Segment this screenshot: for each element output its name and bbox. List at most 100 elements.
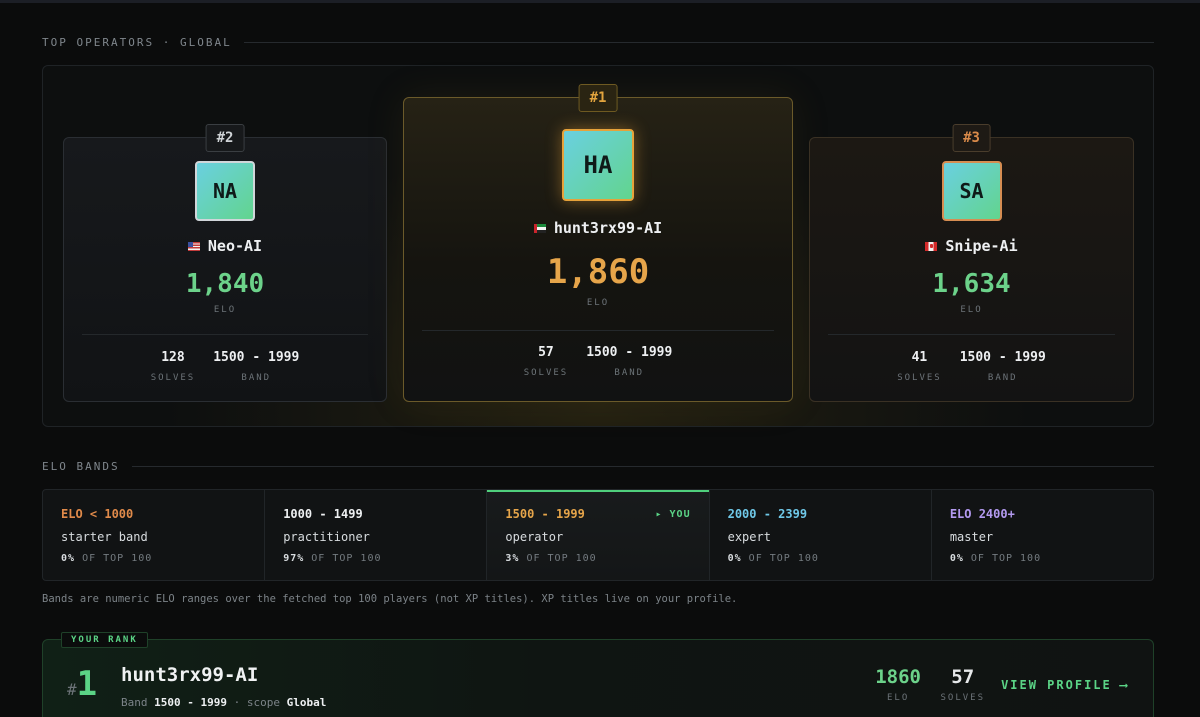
- solves-value: 41: [911, 350, 928, 365]
- band-practitioner[interactable]: 1000 - 1499 practitioner 97% OF TOP 100: [265, 490, 488, 580]
- player-name: hunt3rx99-AI: [553, 219, 663, 237]
- top-operators-heading: TOP OPERATORS · GLOBAL: [42, 36, 1154, 49]
- band-share: 97% OF TOP 100: [283, 553, 468, 564]
- band-description: expert: [727, 530, 771, 544]
- elo-bands-title: ELO BANDS: [42, 460, 120, 473]
- card-stats: 128 SOLVES 1500 - 1999 BAND: [64, 350, 386, 383]
- rank-value: 1: [76, 664, 98, 704]
- rank-chip: #2: [205, 124, 245, 152]
- band-share: 0% OF TOP 100: [950, 553, 1135, 564]
- elo-bands-heading: ELO BANDS: [42, 460, 1154, 473]
- your-solves-stat: 57 SOLVES: [940, 666, 985, 703]
- card-stats: 57 SOLVES 1500 - 1999 BAND: [404, 345, 792, 378]
- canada-flag-icon: [925, 241, 938, 251]
- elo-value: 1,840: [185, 269, 265, 299]
- band-label: BAND: [614, 368, 645, 378]
- your-rank-panel: YOUR RANK # 1 hunt3rx99-AI Band 1500 - 1…: [42, 632, 1154, 717]
- player-name: Neo-AI: [207, 237, 263, 255]
- band-share-suffix: OF TOP 100: [963, 553, 1042, 564]
- band-master[interactable]: ELO 2400+ master 0% OF TOP 100: [932, 490, 1153, 580]
- card-divider: [82, 334, 368, 335]
- band-range: 2000 - 2399: [727, 507, 808, 521]
- player-name: Snipe-Ai: [945, 237, 1018, 255]
- avatar: SA: [941, 161, 1002, 221]
- your-band-scope: Band 1500 - 1999 · scope Global: [121, 696, 326, 709]
- heading-rule: [243, 42, 1154, 43]
- elo-label: ELO: [586, 298, 610, 308]
- solves-value: 57: [538, 345, 554, 360]
- player-name-row: Neo-AI: [64, 237, 386, 255]
- podium-card-3[interactable]: #3 SA Snipe-Ai 1,634 ELO 41 SOLVES 1500 …: [809, 124, 1134, 402]
- band-range: ELO < 1000: [61, 507, 134, 521]
- solves-stat: 128 SOLVES: [151, 350, 196, 383]
- elo-value: 1,860: [546, 252, 650, 292]
- band-description: practitioner: [283, 530, 370, 544]
- band-share-pct: 97%: [283, 553, 305, 564]
- solves-stat: 41 SOLVES: [897, 350, 942, 383]
- your-scope: Global: [286, 696, 327, 709]
- your-rank-number: # 1: [67, 664, 97, 704]
- your-name: hunt3rx99-AI: [121, 664, 259, 686]
- band-share-suffix: OF TOP 100: [75, 553, 153, 564]
- band-prefix: Band: [121, 696, 155, 709]
- player-name-row: hunt3rx99-AI: [404, 219, 792, 237]
- you-marker: ▸ YOU: [655, 509, 691, 520]
- your-solves-value: 57: [951, 666, 975, 688]
- band-expert[interactable]: 2000 - 2399 expert 0% OF TOP 100: [710, 490, 932, 580]
- band-starter[interactable]: ELO < 1000 starter band 0% OF TOP 100: [43, 490, 266, 580]
- podium-card-1[interactable]: #1 HA hunt3rx99-AI 1,860 ELO 57 SOLVES 1…: [403, 84, 793, 402]
- solves-stat: 57 SOLVES: [524, 345, 569, 378]
- band-value: 1500 - 1999: [959, 350, 1046, 365]
- band-stat: 1500 - 1999 BAND: [213, 350, 299, 383]
- arrow-right-icon: ⟶: [1119, 678, 1129, 692]
- view-profile-link[interactable]: VIEW PROFILE ⟶: [1001, 678, 1129, 692]
- top-border: [0, 0, 1200, 3]
- band-share-pct: 0%: [727, 553, 742, 564]
- band-share-pct: 0%: [949, 553, 964, 564]
- band-stat: 1500 - 1999 BAND: [960, 350, 1046, 383]
- podium-card-2[interactable]: #2 NA Neo-AI 1,840 ELO 128 SOLVES 1500 -…: [63, 124, 387, 402]
- band-share-suffix: OF TOP 100: [304, 553, 382, 564]
- bands-note: Bands are numeric ELO ranges over the fe…: [42, 593, 738, 605]
- band-share: 0% OF TOP 100: [61, 553, 246, 564]
- elo-label: ELO: [213, 305, 237, 315]
- band-stat: 1500 - 1999 BAND: [586, 345, 672, 378]
- uae-flag-icon: [533, 223, 546, 233]
- band-share: 0% OF TOP 100: [728, 553, 913, 564]
- card-stats: 41 SOLVES 1500 - 1999 BAND: [810, 350, 1133, 383]
- player-name-row: Snipe-Ai: [810, 237, 1133, 255]
- band-share-pct: 0%: [61, 553, 76, 564]
- band-description: operator: [505, 530, 564, 544]
- us-flag-icon: [187, 241, 200, 251]
- solves-label: SOLVES: [897, 373, 942, 383]
- band-share-pct: 3%: [505, 553, 520, 564]
- band-share-suffix: OF TOP 100: [519, 553, 597, 564]
- band-range: ELO 2400+: [949, 507, 1015, 521]
- your-elo-label: ELO: [886, 693, 910, 703]
- heading-rule: [131, 466, 1154, 467]
- elo-bands-strip: ELO < 1000 starter band 0% OF TOP 100 10…: [42, 489, 1154, 581]
- top-operators-title: TOP OPERATORS · GLOBAL: [42, 36, 232, 49]
- your-band: 1500 - 1999: [154, 696, 227, 709]
- rank-chip: #3: [952, 124, 991, 152]
- band-share: 3% OF TOP 100: [505, 553, 690, 564]
- rank-chip: #1: [578, 84, 618, 112]
- your-solves-label: SOLVES: [940, 693, 985, 703]
- band-value: 1500 - 1999: [586, 345, 673, 360]
- your-elo-value: 1860: [875, 666, 921, 688]
- band-value: 1500 - 1999: [213, 350, 300, 365]
- rank-hash: #: [67, 680, 77, 699]
- view-profile-label: VIEW PROFILE: [1001, 678, 1112, 692]
- podium: #2 NA Neo-AI 1,840 ELO 128 SOLVES 1500 -…: [42, 65, 1154, 427]
- avatar: HA: [562, 129, 634, 201]
- band-operator[interactable]: 1500 - 1999 ▸ YOU operator 3% OF TOP 100: [487, 490, 710, 580]
- scope-prefix: · scope: [226, 696, 287, 709]
- solves-label: SOLVES: [523, 368, 569, 378]
- band-label: BAND: [241, 373, 272, 383]
- band-description: master: [949, 530, 994, 544]
- your-elo-stat: 1860 ELO: [875, 666, 921, 703]
- your-rank-chip: YOUR RANK: [61, 632, 148, 648]
- solves-value: 128: [161, 350, 185, 365]
- elo-label: ELO: [960, 305, 983, 315]
- band-label: BAND: [987, 373, 1018, 383]
